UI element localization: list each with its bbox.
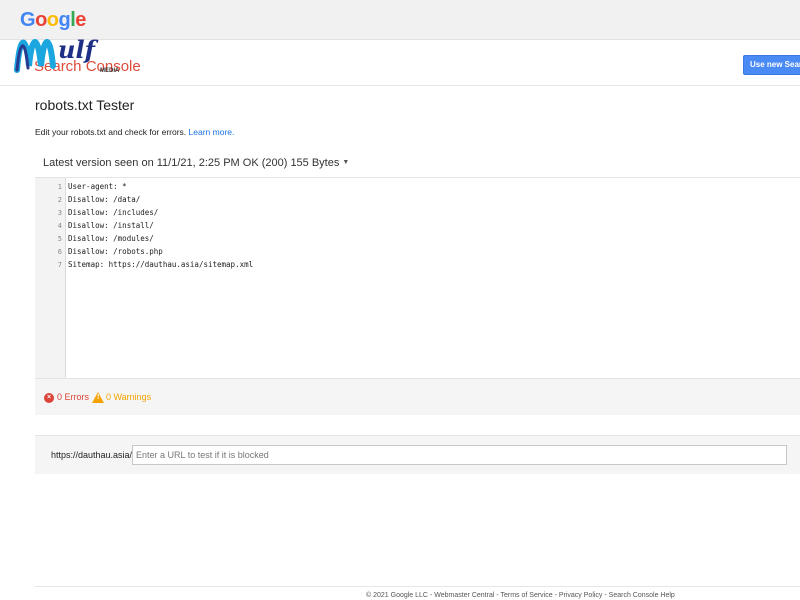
intro-description: Edit your robots.txt and check for error… <box>35 127 189 137</box>
code-line[interactable]: User-agent: * <box>68 182 127 191</box>
footer-link-terms[interactable]: Terms of Service <box>501 592 553 599</box>
svg-text:MEDIA: MEDIA <box>100 68 120 74</box>
page-title: robots.txt Tester <box>35 97 135 113</box>
code-line[interactable]: Sitemap: https://dauthau.asia/sitemap.xm… <box>68 260 253 269</box>
caret-down-icon: ▼ <box>342 159 350 166</box>
url-test-input[interactable] <box>132 445 787 465</box>
robots-editor[interactable]: 1 2 3 4 5 6 7 User-agent: * Disallow: /d… <box>35 177 800 378</box>
code-line[interactable]: Disallow: /modules/ <box>68 234 154 243</box>
warning-mark: ! <box>97 394 100 401</box>
line-number: 2 <box>57 196 62 204</box>
code-line[interactable]: Disallow: /robots.php <box>68 247 163 256</box>
version-dropdown[interactable]: Latest version seen on 11/1/21, 2:25 PM … <box>43 157 349 169</box>
footer-copyright: © 2021 Google LLC <box>366 592 428 599</box>
footer-link-privacy[interactable]: Privacy Policy <box>559 592 603 599</box>
code-line[interactable]: Disallow: /install/ <box>68 221 154 230</box>
errors-count[interactable]: 0 Errors <box>57 392 89 402</box>
watermark-logo: ulf MEDIA <box>14 35 120 74</box>
line-number: 4 <box>57 222 62 230</box>
line-number-gutter: 1 2 3 4 5 6 7 <box>35 178 66 378</box>
line-number: 5 <box>57 235 62 243</box>
validation-status-bar: × 0 Errors ! 0 Warnings <box>35 378 800 415</box>
code-line[interactable]: Disallow: /includes/ <box>68 208 158 217</box>
warnings-count[interactable]: 0 Warnings <box>106 392 151 402</box>
line-number: 3 <box>57 209 62 217</box>
line-number: 7 <box>57 261 62 269</box>
url-prefix: https://dauthau.asia/ <box>51 450 133 460</box>
svg-text:ulf: ulf <box>58 35 99 64</box>
line-number: 6 <box>57 248 62 256</box>
error-icon: × <box>44 393 54 403</box>
url-test-bar: https://dauthau.asia/ <box>35 435 800 474</box>
footer-link-webmaster-central[interactable]: Webmaster Central <box>434 592 494 599</box>
footer-link-help[interactable]: Search Console Help <box>609 592 675 599</box>
line-number: 1 <box>57 183 62 191</box>
use-new-search-console-button[interactable]: Use new Search Console <box>743 55 800 75</box>
intro-text: Edit your robots.txt and check for error… <box>35 127 234 137</box>
footer-divider <box>35 586 800 587</box>
footer: © 2021 Google LLC - Webmaster Central - … <box>366 592 675 599</box>
learn-more-link[interactable]: Learn more. <box>189 127 235 137</box>
code-line[interactable]: Disallow: /data/ <box>68 195 140 204</box>
version-label: Latest version seen on 11/1/21, 2:25 PM … <box>43 157 340 169</box>
